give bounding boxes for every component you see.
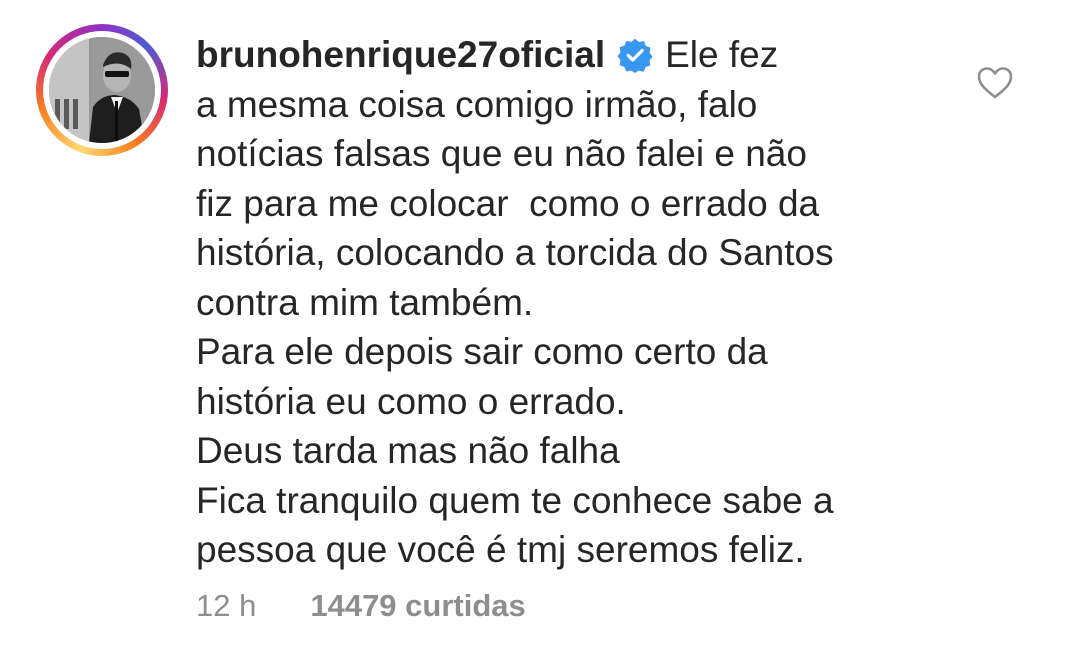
- avatar-photo: [49, 37, 155, 143]
- likes-count[interactable]: 14479 curtidas: [310, 588, 525, 623]
- username-link[interactable]: brunohenrique27oficial: [196, 34, 605, 75]
- comment-body: brunohenrique27oficial Ele fez a mesma co…: [196, 30, 956, 575]
- heart-outline-icon[interactable]: [976, 64, 1014, 102]
- avatar-story-ring[interactable]: [36, 24, 168, 156]
- comment-content: brunohenrique27oficial Ele fez a mesma co…: [196, 30, 956, 575]
- comment-meta: 12 h 14479 curtidas: [196, 588, 526, 624]
- verified-badge-icon: [617, 38, 653, 73]
- comment-text: Ele fez a mesma coisa comigo irmão, falo…: [196, 34, 834, 570]
- avatar[interactable]: [49, 37, 155, 143]
- comment-timestamp[interactable]: 12 h: [196, 588, 256, 623]
- comment: brunohenrique27oficial Ele fez a mesma co…: [0, 0, 1078, 669]
